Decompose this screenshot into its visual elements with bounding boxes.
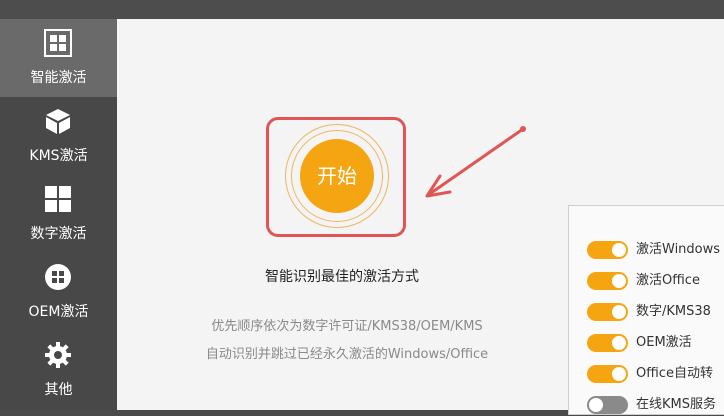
toggle-switch[interactable] — [587, 241, 628, 259]
toggle-switch[interactable] — [587, 334, 628, 352]
sidebar-item-oem-activate[interactable]: OEM激活 — [0, 253, 117, 331]
description-line: 自动识别并跳过已经永久激活的Windows/Office — [205, 347, 489, 362]
windows-logo-circle-icon — [45, 264, 71, 290]
option-label: 在线KMS服务 — [636, 397, 716, 412]
sidebar-item-label: OEM激活 — [28, 304, 89, 320]
option-label: OEM激活 — [636, 335, 692, 350]
toggle-switch[interactable] — [587, 272, 628, 290]
sidebar-item-kms-activate[interactable]: KMS激活 — [0, 97, 117, 175]
option-activate-office[interactable]: 激活Office — [569, 270, 724, 292]
gear-icon — [45, 342, 71, 368]
sidebar-nav: 智能激活 KMS激活 数字激活 OEM激活 其他 — [0, 19, 117, 410]
start-button[interactable]: 开始 — [300, 139, 374, 213]
sidebar-item-label: KMS激活 — [29, 148, 88, 164]
description-line: 优先顺序依次为数字许可证/KMS38/OEM/KMS — [211, 319, 483, 334]
title-bar — [0, 0, 724, 19]
option-label: 激活Office — [636, 273, 700, 288]
option-online-kms-service[interactable]: 在线KMS服务 — [569, 394, 724, 416]
options-panel: 激活Windows 激活Office 数字/KMS38 OEM激活 Office… — [568, 205, 724, 415]
option-label: Office自动转 — [636, 366, 713, 381]
option-office-auto-convert[interactable]: Office自动转 — [569, 363, 724, 385]
sidebar-item-label: 其他 — [44, 382, 73, 398]
sidebar-item-label: 智能激活 — [30, 70, 87, 86]
sidebar-item-label: 数字激活 — [30, 226, 87, 242]
sidebar-item-other[interactable]: 其他 — [0, 331, 117, 409]
option-label: 数字/KMS38 — [636, 304, 711, 319]
option-oem-activate[interactable]: OEM激活 — [569, 332, 724, 354]
toggle-switch[interactable] — [587, 365, 628, 383]
toggle-switch[interactable] — [587, 396, 628, 414]
sidebar-item-smart-activate[interactable]: 智能激活 — [0, 19, 117, 97]
mode-subtitle: 智能识别最佳的激活方式 — [265, 269, 419, 285]
option-label: 激活Windows — [636, 242, 721, 257]
sidebar-item-digital-activate[interactable]: 数字激活 — [0, 175, 117, 253]
option-activate-windows[interactable]: 激活Windows — [569, 239, 724, 261]
toggle-switch[interactable] — [587, 303, 628, 321]
windows-icon — [44, 29, 72, 57]
annotation-arrow-icon — [425, 126, 526, 198]
grid-icon — [45, 186, 71, 212]
main-panel: 开始 智能识别最佳的激活方式 优先顺序依次为数字许可证/KMS38/OEM/KM… — [117, 19, 724, 415]
cube-icon — [46, 109, 70, 134]
option-digital-kms38[interactable]: 数字/KMS38 — [569, 301, 724, 323]
